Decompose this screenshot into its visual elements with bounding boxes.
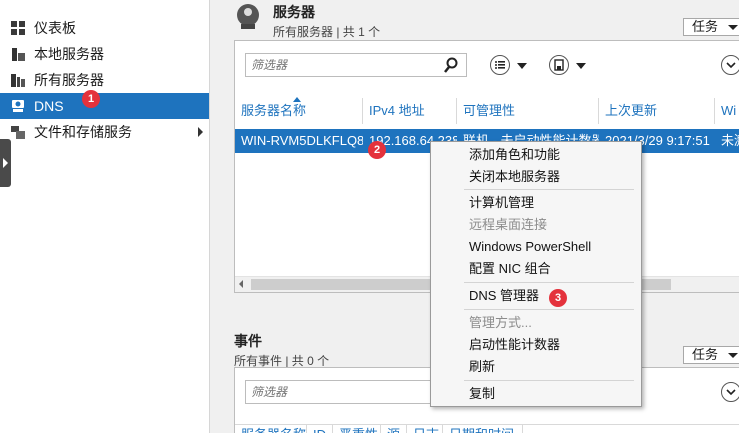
sidebar: 仪表板 本地服务器 所有服务器 DNS 文件和存储服务 xyxy=(0,0,210,433)
events-tasks-button[interactable]: 任务 xyxy=(683,346,739,364)
events-column-headers: 服务器名称 ID 严重性 源 日志 日期和时间 xyxy=(235,424,739,433)
sidebar-item-file-storage[interactable]: 文件和存储服务 xyxy=(0,119,209,145)
servers-panel-subtitle: 所有服务器 | 共 1 个 xyxy=(273,25,381,39)
column-header-manageability[interactable]: 可管理性 xyxy=(457,98,599,124)
dashboard-icon xyxy=(10,20,26,36)
column-header-windows[interactable]: Wi xyxy=(715,98,739,124)
servers-filter-input[interactable] xyxy=(245,53,467,77)
column-header-server-name[interactable]: 服务器名称 xyxy=(235,425,307,433)
menu-separator xyxy=(464,309,634,310)
menu-item-add-roles[interactable]: 添加角色和功能 xyxy=(469,145,560,165)
sidebar-item-label: 所有服务器 xyxy=(34,72,104,88)
step-badge-2: 2 xyxy=(368,141,386,159)
menu-item-windows-powershell[interactable]: Windows PowerShell xyxy=(469,237,591,257)
scroll-left-icon[interactable] xyxy=(239,280,243,288)
menu-separator xyxy=(464,189,634,190)
column-header-source[interactable]: 源 xyxy=(381,425,407,433)
expand-chevron-icon[interactable] xyxy=(721,55,739,75)
menu-item-computer-management[interactable]: 计算机管理 xyxy=(469,193,534,213)
save-query-icon[interactable] xyxy=(549,55,569,75)
events-panel-header: 事件 所有事件 | 共 0 个 xyxy=(234,331,329,369)
sidebar-item-dashboard[interactable]: 仪表板 xyxy=(0,15,209,41)
menu-item-shutdown-local-server[interactable]: 关闭本地服务器 xyxy=(469,167,560,187)
sidebar-item-label: 仪表板 xyxy=(34,20,76,36)
step-badge-3: 3 xyxy=(549,289,567,307)
servers-tasks-button[interactable]: 任务 xyxy=(683,18,739,36)
servers-panel-title: 服务器 xyxy=(273,4,315,20)
sidebar-item-all-servers[interactable]: 所有服务器 xyxy=(0,67,209,93)
sidebar-item-local-server[interactable]: 本地服务器 xyxy=(0,41,209,67)
servers-icon xyxy=(10,72,26,88)
step-badge-1: 1 xyxy=(82,90,100,108)
sidebar-item-label: 文件和存储服务 xyxy=(34,124,132,140)
cell-extra: 未激 xyxy=(721,133,739,148)
column-header-severity[interactable]: 严重性 xyxy=(333,425,381,433)
chevron-right-icon[interactable] xyxy=(198,127,203,137)
servers-panel-header: 服务器 所有服务器 | 共 1 个 xyxy=(234,2,380,40)
menu-item-configure-nic-teaming[interactable]: 配置 NIC 组合 xyxy=(469,259,551,279)
cell-server-name: WIN-RVM5DLKFLQ8 xyxy=(241,133,363,148)
dns-icon xyxy=(10,98,26,114)
column-header-log[interactable]: 日志 xyxy=(407,425,443,433)
column-header-ipv4[interactable]: IPv4 地址 xyxy=(363,98,457,124)
list-view-icon[interactable] xyxy=(490,55,510,75)
server-icon xyxy=(10,46,26,62)
save-query-dropdown-icon[interactable] xyxy=(576,63,586,69)
sidebar-collapse-handle[interactable] xyxy=(0,139,11,187)
sort-ascending-icon xyxy=(293,97,301,102)
column-header-id[interactable]: ID xyxy=(307,425,333,433)
sidebar-item-label: 本地服务器 xyxy=(34,46,104,62)
servers-panel-icon xyxy=(234,2,262,30)
menu-item-start-performance-counters[interactable]: 启动性能计数器 xyxy=(469,335,560,355)
menu-item-dns-manager[interactable]: DNS 管理器 xyxy=(469,286,539,306)
menu-separator xyxy=(464,282,634,283)
list-view-dropdown-icon[interactable] xyxy=(517,63,527,69)
menu-item-remote-desktop[interactable]: 远程桌面连接 xyxy=(469,215,547,235)
expand-chevron-icon[interactable] xyxy=(721,382,739,402)
sidebar-item-label: DNS xyxy=(34,98,64,114)
file-storage-icon xyxy=(10,124,26,140)
column-header-last-update[interactable]: 上次更新 xyxy=(599,98,715,124)
context-menu: 添加角色和功能 关闭本地服务器 计算机管理 远程桌面连接 Windows Pow… xyxy=(430,141,642,407)
sidebar-item-dns[interactable]: DNS xyxy=(0,93,209,119)
column-header-date-time[interactable]: 日期和时间 xyxy=(443,425,523,433)
menu-separator xyxy=(464,380,634,381)
events-panel-title: 事件 xyxy=(234,333,262,349)
search-icon[interactable] xyxy=(444,56,462,74)
menu-item-refresh[interactable]: 刷新 xyxy=(469,357,495,377)
menu-item-copy[interactable]: 复制 xyxy=(469,384,495,404)
menu-item-manage-as[interactable]: 管理方式... xyxy=(469,313,532,333)
